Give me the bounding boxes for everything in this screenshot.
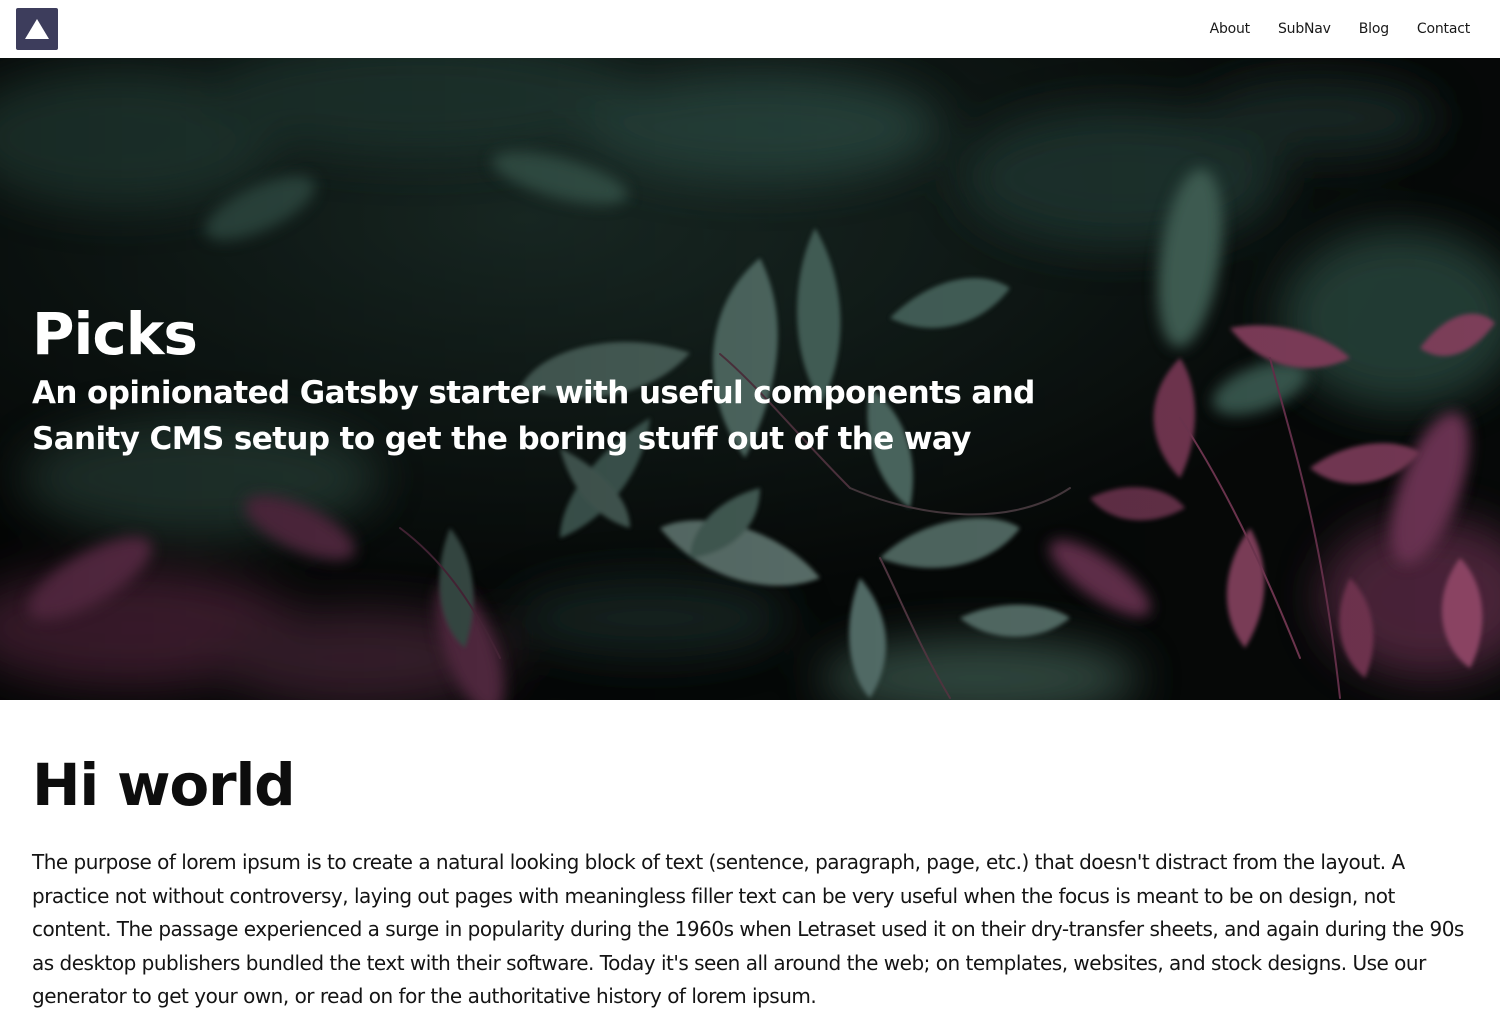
home-logo-link[interactable] [16, 8, 58, 50]
page-heading: Hi world [32, 751, 296, 819]
nav-link-subnav[interactable]: SubNav [1278, 21, 1331, 37]
nav-link-blog[interactable]: Blog [1359, 21, 1389, 37]
intro-paragraph: The purpose of lorem ipsum is to create … [32, 850, 1464, 1009]
main-nav: About SubNav Blog Contact [1210, 21, 1471, 37]
nav-link-contact[interactable]: Contact [1417, 21, 1470, 37]
main-content: Hi world The purpose of lorem ipsum is t… [32, 700, 1468, 1014]
hero-subtitle: An opinionated Gatsby starter with usefu… [32, 375, 1035, 457]
site-header: About SubNav Blog Contact [0, 0, 1500, 58]
triangle-logo-icon [25, 19, 49, 39]
hero-text-block: Picks An opinionated Gatsby starter with… [32, 294, 1112, 462]
nav-link-about[interactable]: About [1210, 21, 1251, 37]
hero-title: Picks [32, 300, 198, 368]
hero-banner: Picks An opinionated Gatsby starter with… [0, 58, 1500, 700]
